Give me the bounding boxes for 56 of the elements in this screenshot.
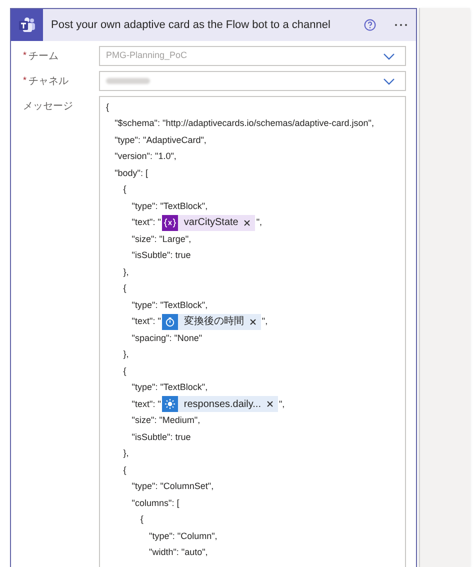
code-line: "isSubtle": true: [132, 249, 191, 262]
code-line: "type": "Column",: [149, 530, 218, 543]
code-line: "body": [: [114, 166, 148, 180]
chevron-down-icon: [383, 78, 395, 84]
close-icon[interactable]: [250, 318, 256, 325]
code-line: {: [123, 364, 126, 378]
variable-icon: [162, 214, 178, 231]
dropdown-value: PMG-Planning_PoC: [106, 49, 188, 62]
code-text: "text": ": [132, 315, 161, 328]
code-line: "columns": [: [132, 496, 180, 510]
dropdown-field[interactable]: [99, 71, 406, 91]
dynamic-content-token[interactable]: varCityState: [162, 214, 256, 231]
code-line: {: [140, 513, 144, 526]
timer-icon: [162, 314, 178, 330]
token-label: 変換後の時間: [182, 314, 245, 330]
required-marker: *: [23, 74, 27, 87]
field-label: チーム: [28, 50, 59, 64]
code-line: "version": "1.0",: [114, 150, 176, 163]
card-title: Post your own adaptive card as the Flow bot to a channel: [51, 18, 332, 33]
close-icon[interactable]: [244, 220, 250, 226]
code-line: "isSubtle": true: [132, 430, 191, 444]
field-label: チャネル: [28, 75, 69, 89]
sun-icon: [162, 396, 178, 412]
code-line: "size": "Medium",: [132, 414, 200, 427]
token-label: responses.daily...: [182, 398, 262, 412]
required-marker: *: [23, 49, 27, 62]
close-icon[interactable]: [266, 401, 273, 408]
code-text: "text": ": [132, 398, 161, 410]
code-line: },: [123, 447, 129, 460]
dynamic-content-token[interactable]: responses.daily...: [162, 396, 278, 412]
message-editor[interactable]: [99, 96, 406, 567]
code-text: ",: [278, 398, 285, 410]
field-label: メッセージ: [23, 100, 73, 114]
code-line: "type": "TextBlock",: [132, 298, 208, 312]
help-icon[interactable]: [364, 19, 376, 31]
dynamic-content-token[interactable]: 変換後の時間: [162, 314, 261, 330]
code-line: {: [123, 183, 126, 196]
code-line: "type": "AdaptiveCard",: [114, 134, 206, 147]
code-line: },: [123, 348, 129, 361]
code-text: ",: [256, 216, 262, 229]
code-line: "size": "Large",: [132, 232, 192, 246]
code-line: {: [106, 100, 110, 114]
code-line: {: [123, 282, 126, 295]
more-options-icon[interactable]: [394, 23, 408, 27]
code-line: "$schema": "http://adaptivecards.io/schemas/adaptive-card.json",: [114, 117, 374, 130]
code-line: },: [123, 266, 129, 279]
code-line: "width": "auto",: [149, 546, 208, 559]
code-line: "spacing": "None": [132, 332, 202, 345]
code-line: {: [123, 464, 126, 477]
token-label: varCityState: [182, 216, 240, 230]
chevron-down-icon: [383, 52, 395, 60]
code-text: "text": ": [132, 216, 161, 229]
code-line: "type": "TextBlock",: [132, 200, 208, 213]
code-line: "type": "TextBlock",: [132, 381, 208, 394]
code-text: ",: [262, 315, 268, 328]
code-line: "type": "ColumnSet",: [132, 480, 214, 493]
